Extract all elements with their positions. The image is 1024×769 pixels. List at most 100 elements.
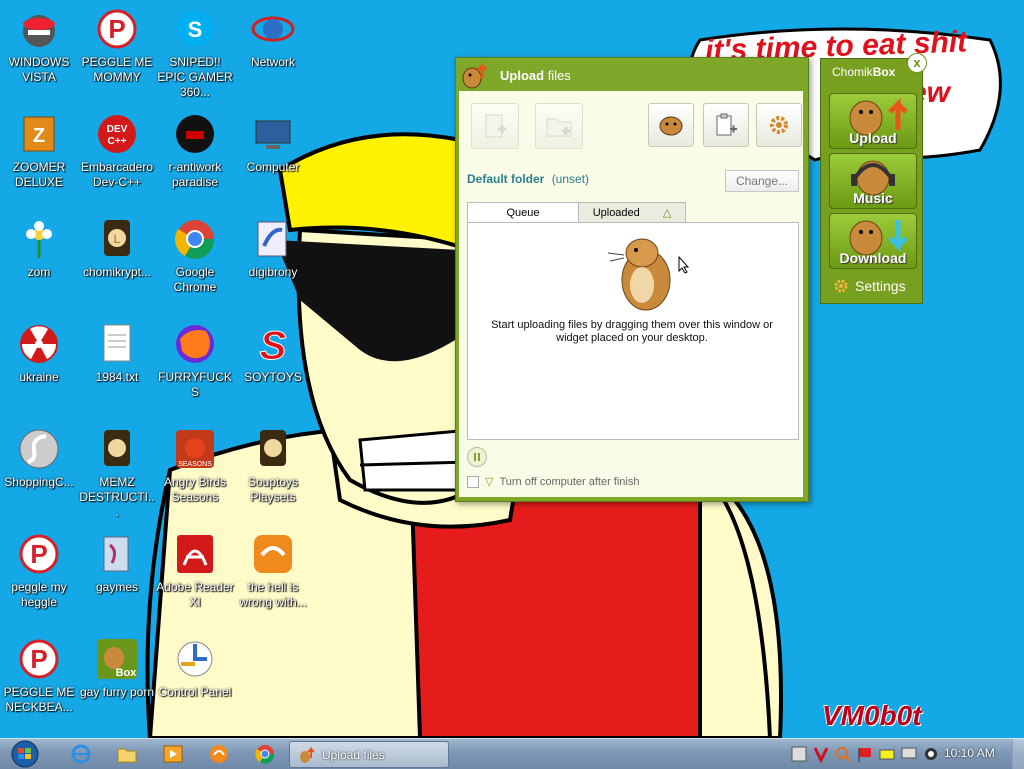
expand-triangle-icon: ▽ <box>485 476 494 488</box>
desktop-icon[interactable]: FURRYFUCKS <box>156 315 234 400</box>
desktop-icon[interactable]: S SOYTOYS <box>234 315 312 385</box>
svg-text:C++: C++ <box>108 136 127 147</box>
upload-files-window[interactable]: Upload files Default folder (unset) Chan… <box>455 57 809 502</box>
tray-v-icon[interactable] <box>812 745 830 763</box>
widget-settings-link[interactable]: Settings <box>833 278 906 294</box>
desktop-icon[interactable]: r-antiwork paradise <box>156 105 234 190</box>
desktop-icon[interactable]: ShoppingC... <box>0 420 78 490</box>
paste-button[interactable] <box>703 103 749 147</box>
svg-text:P: P <box>30 644 47 674</box>
chrome-icon[interactable] <box>254 743 276 765</box>
tray-network-icon[interactable] <box>900 745 918 763</box>
svg-text:L: L <box>114 232 121 246</box>
zuma-icon: Z <box>23 116 55 152</box>
desktop-icon[interactable]: DEV C++ Embarcadero Dev-C++ <box>78 105 156 190</box>
explorer-folder-icon[interactable] <box>116 743 138 765</box>
widget-upload-label: Upload <box>849 130 897 146</box>
pause-button[interactable] <box>467 447 487 467</box>
memz-icon <box>104 430 130 466</box>
chomikbox-widget[interactable]: ChomikBox x Upload Music Download Settin… <box>820 53 927 304</box>
svg-text:P: P <box>108 14 125 44</box>
internet-explorer-icon[interactable] <box>70 743 92 765</box>
add-folder-icon <box>546 118 572 137</box>
media-player-icon[interactable] <box>162 743 184 765</box>
widget-close-button[interactable]: x <box>907 53 927 73</box>
widget-upload-button[interactable]: Upload <box>829 93 917 149</box>
desktop-icon[interactable]: ukraine <box>0 315 78 385</box>
gear-icon <box>834 279 848 293</box>
tray-app-icon[interactable] <box>790 745 808 763</box>
widget-title-b: Box <box>872 65 896 79</box>
soytoys-icon: S <box>259 324 287 368</box>
desktop-icon-label: Computer <box>246 160 300 174</box>
tray-volume-icon[interactable] <box>922 745 940 763</box>
desktop-icon[interactable]: P PEGGLE ME MOMMY <box>78 0 156 85</box>
default-folder-label: Default folder <box>467 172 545 186</box>
desktop-icon-label: Network <box>250 55 295 69</box>
desktop-icon[interactable]: WINDOWS VISTA <box>0 0 78 85</box>
add-files-button[interactable] <box>471 103 519 149</box>
chomik-account-button[interactable] <box>648 103 694 147</box>
show-desktop-button[interactable] <box>1012 739 1024 769</box>
desktop-icon[interactable]: Google Chrome <box>156 210 234 295</box>
turn-off-row[interactable]: ▽ Turn off computer after finish <box>467 475 639 488</box>
antiwork-icon <box>176 115 214 153</box>
desktop-icon-label: Control Panel <box>158 685 232 699</box>
tab-uploaded[interactable]: Uploaded △ <box>578 202 686 223</box>
chomik-upload-icon <box>300 746 315 763</box>
tray-power-icon[interactable] <box>878 745 896 763</box>
desktop-icon-label: zom <box>27 265 51 279</box>
add-file-icon <box>485 114 506 138</box>
add-folder-button[interactable] <box>535 103 583 149</box>
window-title-rest: files <box>547 67 571 83</box>
desktop-icon[interactable]: Ppeggle my heggle <box>0 525 78 610</box>
desktop-icon-label: WINDOWS VISTA <box>8 55 70 84</box>
start-orb-icon[interactable] <box>6 740 44 768</box>
chomikbox-icon: Box <box>97 639 137 679</box>
widget-download-label: Download <box>839 250 907 266</box>
desktop-icon[interactable]: Lchomikrypt... <box>78 210 156 280</box>
widget-download-button[interactable]: Download <box>829 213 917 269</box>
desktop-icon[interactable]: 1984.txt <box>78 315 156 385</box>
desktop-icon[interactable]: digibrony <box>234 210 312 280</box>
desktop-icon[interactable]: the hell is wrong with... <box>234 525 312 610</box>
widget-title-a: Chomik <box>832 65 873 79</box>
uc-browser-icon[interactable] <box>208 743 230 765</box>
firefox-icon <box>176 325 214 363</box>
queue-panel[interactable]: Start uploading files by dragging them o… <box>467 222 799 440</box>
svg-text:P: P <box>30 539 47 569</box>
taskbar-item-label: Upload files <box>322 747 385 762</box>
widget-music-button[interactable]: Music <box>829 153 917 209</box>
desktop-icon[interactable]: gaymes <box>78 525 156 595</box>
tray-flag-icon[interactable] <box>856 745 874 763</box>
desktop-icon[interactable]: Box gay furry porn <box>78 630 156 700</box>
tab-queue[interactable]: Queue <box>467 202 579 223</box>
desktop-icon[interactable]: Network <box>234 0 312 70</box>
change-folder-button[interactable]: Change... <box>725 170 799 192</box>
tray-search-icon[interactable] <box>834 745 852 763</box>
radiation-icon <box>20 325 58 363</box>
desktop-icon[interactable]: SEASONS Angry Birds Seasons <box>156 420 234 505</box>
window-titlebar[interactable]: Upload files <box>456 58 808 92</box>
taskbar-clock[interactable]: 10:10 AM <box>944 746 995 760</box>
turn-off-checkbox[interactable] <box>467 475 479 488</box>
desktop-icon[interactable]: Computer <box>234 105 312 175</box>
desktop-icon-label: PEGGLE ME NECKBEA... <box>3 685 75 714</box>
angry-birds-icon: SEASONS <box>176 430 214 468</box>
desktop-icon[interactable]: zom <box>0 210 78 280</box>
desktop-icon[interactable]: S SNIPED!! EPIC GAMER 360... <box>156 0 234 100</box>
clipboard-add-icon <box>716 113 737 136</box>
desktop-icon-label: 1984.txt <box>95 370 139 384</box>
desktop-icon[interactable]: MEMZ DESTRUCTI... <box>78 420 156 520</box>
desktop-icon[interactable]: Souptoys Playsets <box>234 420 312 505</box>
desktop-icon[interactable]: P PEGGLE ME NECKBEA... <box>0 630 78 715</box>
computer-icon <box>255 120 291 149</box>
desktop-icon-label: r-antiwork paradise <box>168 160 222 189</box>
desktop-icon-label: FURRYFUCKS <box>158 370 232 399</box>
desktop-icon[interactable]: Z ZOOMER DELUXE <box>0 105 78 190</box>
desktop-icon[interactable]: Adobe Reader XI <box>156 525 234 610</box>
desktop-icon[interactable]: Control Panel <box>156 630 234 700</box>
settings-button[interactable] <box>756 103 802 147</box>
taskbar-item-upload-files[interactable]: Upload files <box>289 741 449 768</box>
pause-icon <box>474 453 480 461</box>
